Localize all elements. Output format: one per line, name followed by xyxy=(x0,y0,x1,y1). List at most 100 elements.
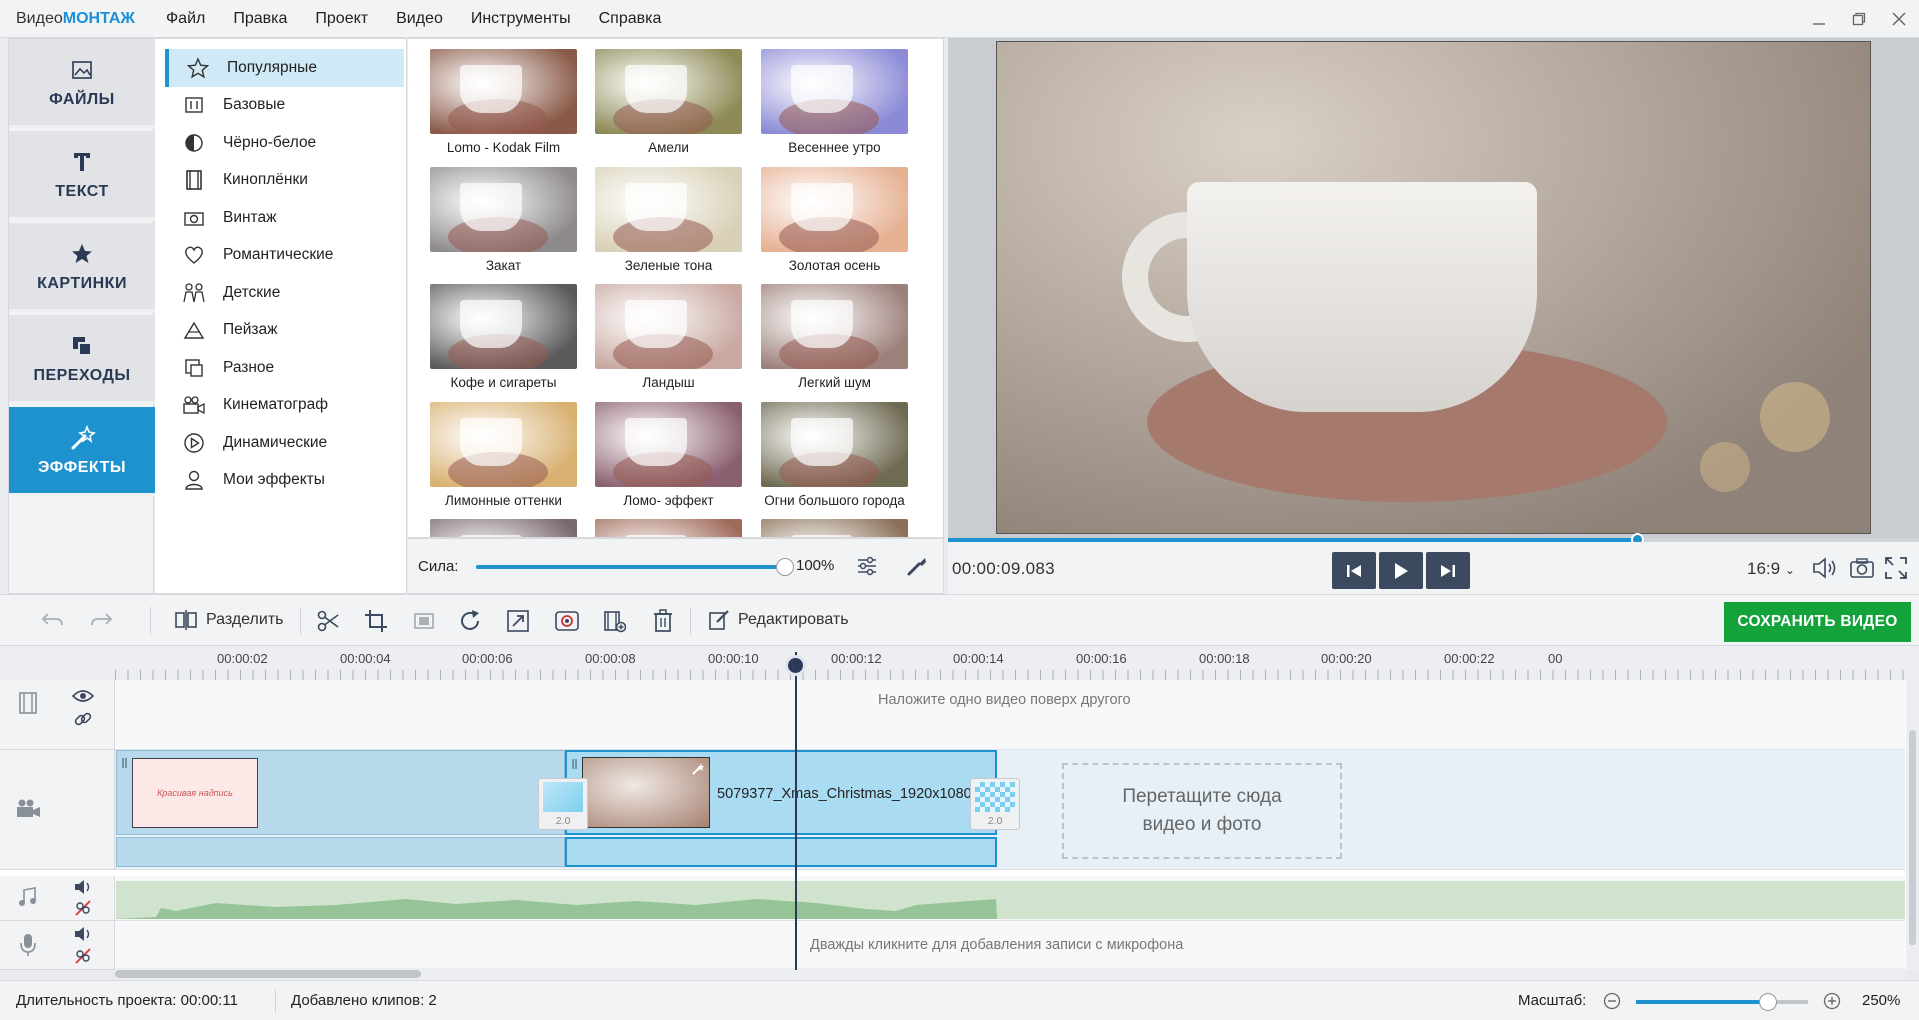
zoom-area-icon[interactable] xyxy=(506,609,530,633)
close-icon xyxy=(1892,12,1906,26)
clip1-subtrack[interactable] xyxy=(116,837,565,867)
tab-effects[interactable]: ЭФФЕКТЫ xyxy=(9,407,164,496)
save-video-button[interactable]: СОХРАНИТЬ ВИДЕО xyxy=(1724,602,1911,642)
effect-item[interactable]: Кофе и сигареты xyxy=(421,274,586,391)
vscroll-thumb[interactable] xyxy=(1909,730,1916,945)
play-button[interactable] xyxy=(1379,552,1423,589)
maximize-button[interactable] xyxy=(1839,0,1879,38)
undo-icon[interactable] xyxy=(40,609,66,631)
fullscreen-icon[interactable] xyxy=(1884,556,1908,580)
effect-item[interactable]: Ломо- эффект xyxy=(586,392,751,509)
category-dynamic[interactable]: Динамические xyxy=(155,424,406,462)
effect-item[interactable] xyxy=(421,509,586,537)
overlay-track[interactable]: Наложите одно видео поверх другого xyxy=(115,680,1905,750)
strength-slider-knob[interactable] xyxy=(776,558,794,576)
adjust-settings-icon[interactable] xyxy=(855,554,879,578)
effect-item[interactable]: Lomo - Kodak Film xyxy=(421,39,586,156)
tab-transitions-label: ПЕРЕХОДЫ xyxy=(33,367,131,384)
crop-icon[interactable] xyxy=(364,609,388,633)
effect-item[interactable] xyxy=(752,509,917,537)
zoom-in-icon[interactable] xyxy=(1823,992,1841,1010)
volume-icon[interactable] xyxy=(1812,556,1838,580)
menu-file[interactable]: Файл xyxy=(166,10,205,28)
video-clip-2[interactable]: 5079377_Xmas_Christmas_1920x1080 xyxy=(565,750,997,835)
effect-item[interactable]: Амели xyxy=(586,39,751,156)
clip2-subtrack[interactable] xyxy=(565,837,997,867)
tab-transitions[interactable]: ПЕРЕХОДЫ xyxy=(9,315,155,404)
previous-button[interactable] xyxy=(1332,552,1376,589)
aspect-ratio-select[interactable]: 16:9 ⌄ xyxy=(1747,559,1795,579)
effect-item[interactable]: Зеленые тона xyxy=(586,157,751,274)
playhead-line[interactable] xyxy=(795,652,797,970)
zoom-slider-track[interactable] xyxy=(1636,993,1808,1011)
zoom-out-icon[interactable] xyxy=(1603,992,1621,1010)
category-landscape[interactable]: Пейзаж xyxy=(155,312,406,350)
snapshot-camera-icon[interactable] xyxy=(1849,556,1875,580)
effect-item[interactable]: Лимонные оттенки xyxy=(421,392,586,509)
category-basic[interactable]: Базовые xyxy=(155,87,406,125)
category-vintage[interactable]: Винтаж xyxy=(155,199,406,237)
category-kids[interactable]: Детские xyxy=(155,274,406,312)
rotate-icon[interactable] xyxy=(458,609,482,633)
category-my-effects[interactable]: Мои эффекты xyxy=(155,462,406,500)
mute-link-icon[interactable] xyxy=(74,947,92,965)
playhead-handle[interactable] xyxy=(785,655,806,676)
frame-icon[interactable] xyxy=(412,609,436,633)
menu-project[interactable]: Проект xyxy=(315,10,368,28)
effect-item[interactable]: Весеннее утро xyxy=(752,39,917,156)
category-cinema[interactable]: Кинематограф xyxy=(155,387,406,425)
redo-icon[interactable] xyxy=(88,609,114,631)
effect-item[interactable]: Закат xyxy=(421,157,586,274)
tab-files[interactable]: ФАЙЛЫ xyxy=(9,39,155,128)
next-button[interactable] xyxy=(1426,552,1470,589)
eye-icon[interactable] xyxy=(72,688,94,704)
add-clip-icon[interactable] xyxy=(602,609,626,633)
mic-track[interactable]: Дважды кликните для добавления записи с … xyxy=(115,921,1905,970)
speaker-icon[interactable] xyxy=(74,925,92,943)
category-romantic[interactable]: Романтические xyxy=(155,237,406,275)
tab-images[interactable]: КАРТИНКИ xyxy=(9,223,155,312)
menu-video[interactable]: Видео xyxy=(396,10,443,28)
audio-waveform[interactable] xyxy=(116,881,1905,919)
brush-icon[interactable] xyxy=(905,554,929,578)
split-button[interactable]: Разделить xyxy=(174,609,283,631)
minimize-button[interactable] xyxy=(1799,0,1839,38)
mute-link-icon[interactable] xyxy=(74,899,92,917)
effect-item[interactable]: Ландыш xyxy=(586,274,751,391)
scissors-icon[interactable] xyxy=(316,609,340,633)
stabilize-icon[interactable] xyxy=(554,609,580,633)
timeline-vertical-scrollbar[interactable] xyxy=(1906,680,1919,970)
menu-edit[interactable]: Правка xyxy=(233,10,287,28)
strength-slider-track[interactable] xyxy=(476,565,788,569)
menu-tools[interactable]: Инструменты xyxy=(471,10,571,28)
category-popular[interactable]: Популярные xyxy=(165,49,404,87)
category-film[interactable]: Киноплёнки xyxy=(155,162,406,200)
video-clip-1[interactable]: Красивая надпись xyxy=(116,750,565,835)
transition-2[interactable]: 2.0 xyxy=(970,778,1020,830)
edit-button[interactable]: Редактировать xyxy=(708,609,849,631)
tab-text[interactable]: ТЕКСТ xyxy=(9,131,155,220)
trim-handle-icon[interactable] xyxy=(121,757,129,769)
effect-label: Закат xyxy=(485,258,522,273)
video-preview[interactable] xyxy=(996,41,1871,534)
category-bw[interactable]: Чёрно-белое xyxy=(155,124,406,162)
trash-icon[interactable] xyxy=(652,609,674,633)
transition-1[interactable]: 2.0 xyxy=(538,778,588,830)
zoom-slider-knob[interactable] xyxy=(1759,993,1778,1011)
link-icon[interactable] xyxy=(74,710,92,728)
skip-forward-icon xyxy=(1441,564,1455,577)
effect-item[interactable]: Огни большого города xyxy=(752,392,917,509)
timeline-horizontal-scrollbar[interactable] xyxy=(115,968,1905,980)
menu-help[interactable]: Справка xyxy=(599,10,662,28)
media-dropzone[interactable]: Перетащите сюда видео и фото xyxy=(1062,763,1342,859)
speaker-icon[interactable] xyxy=(74,878,92,896)
effect-item[interactable]: Золотая осень xyxy=(752,157,917,274)
timeline-ruler[interactable]: 00:00:02 00:00:04 00:00:06 00:00:08 00:00:10… xyxy=(0,646,1919,680)
trim-handle-icon[interactable] xyxy=(571,758,579,770)
category-misc[interactable]: Разное xyxy=(155,349,406,387)
close-button[interactable] xyxy=(1879,0,1919,38)
effect-item[interactable]: Легкий шум xyxy=(752,274,917,391)
effect-item[interactable] xyxy=(586,509,751,537)
video-camera-icon xyxy=(17,799,40,817)
hscroll-thumb[interactable] xyxy=(115,970,421,978)
